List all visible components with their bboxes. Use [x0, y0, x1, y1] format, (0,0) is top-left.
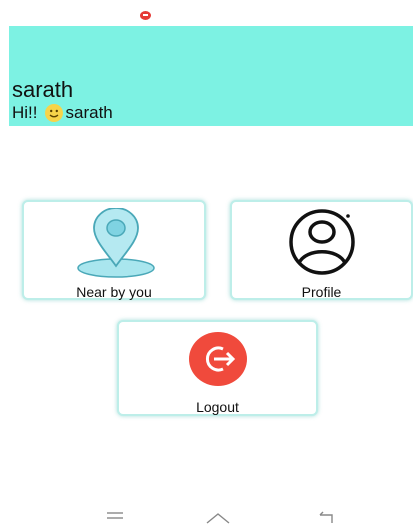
- menu-icon[interactable]: [106, 511, 124, 523]
- near-by-you-label: Near by you: [76, 284, 152, 300]
- navigation-bar: [0, 508, 413, 529]
- profile-button[interactable]: Profile: [230, 200, 413, 300]
- greeting: Hi!! sarath: [12, 103, 113, 123]
- profile-label: Profile: [301, 284, 342, 300]
- notification-icon: [140, 11, 151, 20]
- back-icon[interactable]: [316, 511, 336, 525]
- greeting-name: sarath: [65, 103, 113, 122]
- near-by-you-button[interactable]: Near by you: [22, 200, 206, 300]
- profile-header: sarath Hi!! sarath: [9, 26, 413, 126]
- home-icon[interactable]: [204, 511, 232, 525]
- smiley-icon: [44, 104, 63, 122]
- logout-label: Logout: [196, 399, 239, 415]
- location-pin-icon: [77, 208, 155, 278]
- logout-button[interactable]: Logout: [117, 320, 318, 416]
- profile-avatar-icon: [289, 209, 355, 275]
- logout-icon: [189, 332, 247, 386]
- user-name: sarath: [12, 77, 74, 102]
- greeting-prefix: Hi!!: [12, 103, 38, 122]
